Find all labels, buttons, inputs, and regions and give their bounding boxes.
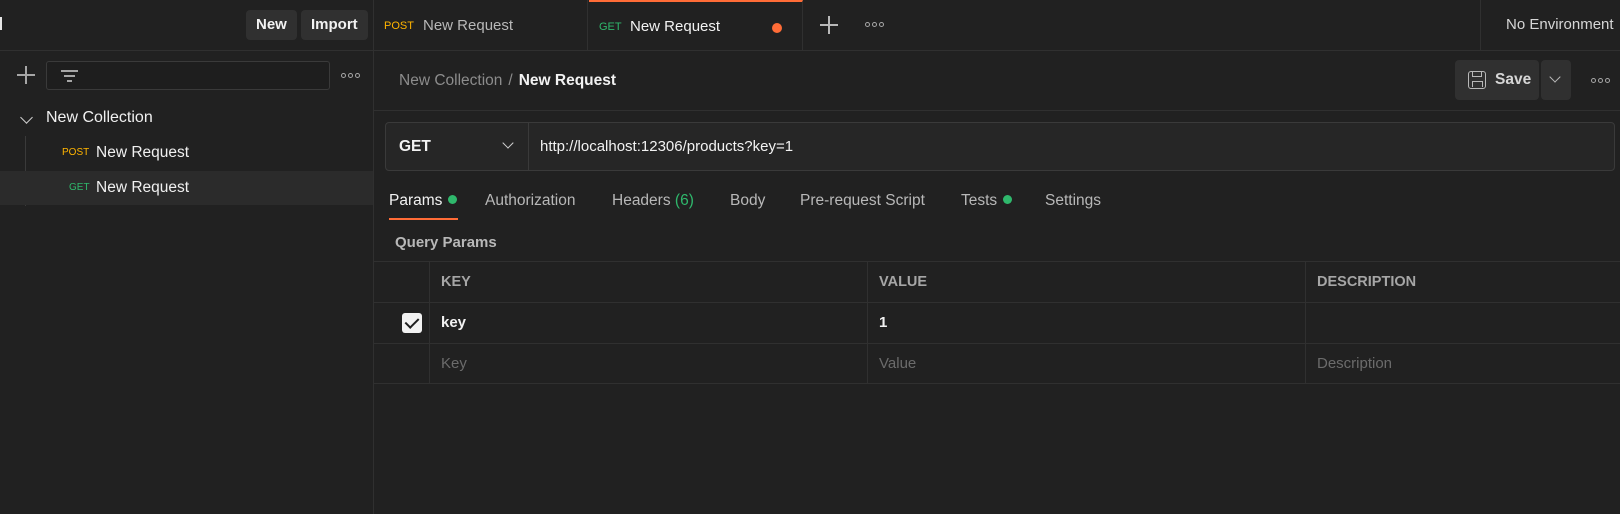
method-badge: GET xyxy=(69,182,90,193)
tab-body[interactable]: Body xyxy=(730,192,765,210)
tab-label: New Request xyxy=(423,17,514,34)
save-icon xyxy=(1468,71,1486,89)
save-button[interactable]: Save xyxy=(1455,60,1539,100)
description-input[interactable]: Description xyxy=(1306,344,1620,384)
sidebar-edge-glyph xyxy=(0,17,2,30)
row-check-cell xyxy=(374,344,430,384)
filter-icon xyxy=(61,69,78,82)
url-bar: GET http://localhost:12306/products?key=… xyxy=(385,122,1615,171)
method-badge: POST xyxy=(384,20,414,32)
column-header-description: DESCRIPTION xyxy=(1317,274,1417,290)
new-button[interactable]: New xyxy=(246,10,297,40)
header-check-cell xyxy=(374,262,430,302)
tab-prerequest-script[interactable]: Pre-request Script xyxy=(800,192,925,210)
key-input[interactable]: Key xyxy=(430,344,868,384)
sidebar-request-get[interactable]: GET New Request xyxy=(0,171,373,205)
chevron-down-icon xyxy=(502,137,514,149)
new-tab-icon[interactable] xyxy=(820,16,838,34)
tabs-more-icon[interactable] xyxy=(865,22,884,27)
column-header-key: KEY xyxy=(430,262,868,302)
param-enabled-checkbox[interactable] xyxy=(402,313,422,333)
tab-post-request[interactable]: POST New Request xyxy=(374,0,588,50)
breadcrumb-separator: / xyxy=(508,72,513,89)
breadcrumb-collection[interactable]: New Collection xyxy=(399,72,502,89)
filter-input[interactable] xyxy=(46,61,330,90)
tab-params[interactable]: Params xyxy=(389,192,458,210)
breadcrumb: New Collection / New Request xyxy=(399,72,616,90)
add-collection-icon[interactable] xyxy=(17,66,35,84)
tab-params-label: Params xyxy=(389,192,443,209)
request-header: New Collection / New Request Save xyxy=(374,51,1620,111)
breadcrumb-request[interactable]: New Request xyxy=(519,72,616,89)
table-row: key 1 xyxy=(374,302,1620,343)
status-dot-icon xyxy=(448,195,458,204)
import-button[interactable]: Import xyxy=(301,10,368,40)
method-select[interactable]: GET xyxy=(386,123,529,170)
sidebar-request-post[interactable]: POST New Request xyxy=(0,136,373,170)
method-badge: GET xyxy=(599,21,622,33)
query-params-title: Query Params xyxy=(395,234,497,251)
collection-name: New Collection xyxy=(46,109,153,126)
table-row-new: Key Value Description xyxy=(374,343,1620,384)
param-key-cell[interactable]: key xyxy=(430,303,868,343)
table-header-row: KEY VALUE DESCRIPTION xyxy=(374,261,1620,302)
tab-tests[interactable]: Tests xyxy=(961,192,1013,210)
request-more-icon[interactable] xyxy=(1591,78,1610,83)
param-value-cell[interactable]: 1 xyxy=(868,303,1306,343)
tab-label: New Request xyxy=(630,18,721,35)
param-description-cell[interactable] xyxy=(1306,303,1620,343)
method-badge: POST xyxy=(62,147,90,158)
column-header-value: VALUE xyxy=(868,262,1306,302)
chevron-down-icon xyxy=(1549,71,1561,83)
status-dot-icon xyxy=(1003,195,1013,204)
method-value: GET xyxy=(399,138,431,155)
url-input[interactable]: http://localhost:12306/products?key=1 xyxy=(540,138,793,155)
tab-bar: POST New Request GET New Request No Envi… xyxy=(374,0,1620,51)
request-name: New Request xyxy=(96,179,190,196)
active-tab-indicator xyxy=(389,218,458,220)
tab-tests-label: Tests xyxy=(961,192,998,209)
main-panel: POST New Request GET New Request No Envi… xyxy=(374,0,1620,514)
unsaved-dot-icon[interactable] xyxy=(772,23,782,33)
tab-headers[interactable]: Headers (6) xyxy=(612,192,694,210)
tab-authorization[interactable]: Authorization xyxy=(485,192,575,210)
save-label: Save xyxy=(1495,71,1532,88)
environment-selector[interactable]: No Environment xyxy=(1480,0,1620,50)
save-dropdown-button[interactable] xyxy=(1541,60,1571,100)
row-check-cell xyxy=(374,303,430,343)
params-table: KEY VALUE DESCRIPTION key 1 Key Value De… xyxy=(374,261,1620,384)
headers-count: (6) xyxy=(674,192,694,209)
tab-headers-label: Headers xyxy=(612,192,671,209)
value-input[interactable]: Value xyxy=(868,344,1306,384)
chevron-down-icon[interactable] xyxy=(20,111,33,124)
request-tabs: Params Authorization Headers (6) Body Pr… xyxy=(374,185,1620,221)
collection-row[interactable]: New Collection xyxy=(0,101,373,135)
request-name: New Request xyxy=(96,144,190,161)
sidebar-header: New Import xyxy=(0,0,373,51)
tab-get-request[interactable]: GET New Request xyxy=(589,0,803,50)
sidebar-more-icon[interactable] xyxy=(341,73,360,78)
sidebar: New Import New Collection POST New Reque… xyxy=(0,0,374,514)
tab-settings[interactable]: Settings xyxy=(1045,192,1101,210)
